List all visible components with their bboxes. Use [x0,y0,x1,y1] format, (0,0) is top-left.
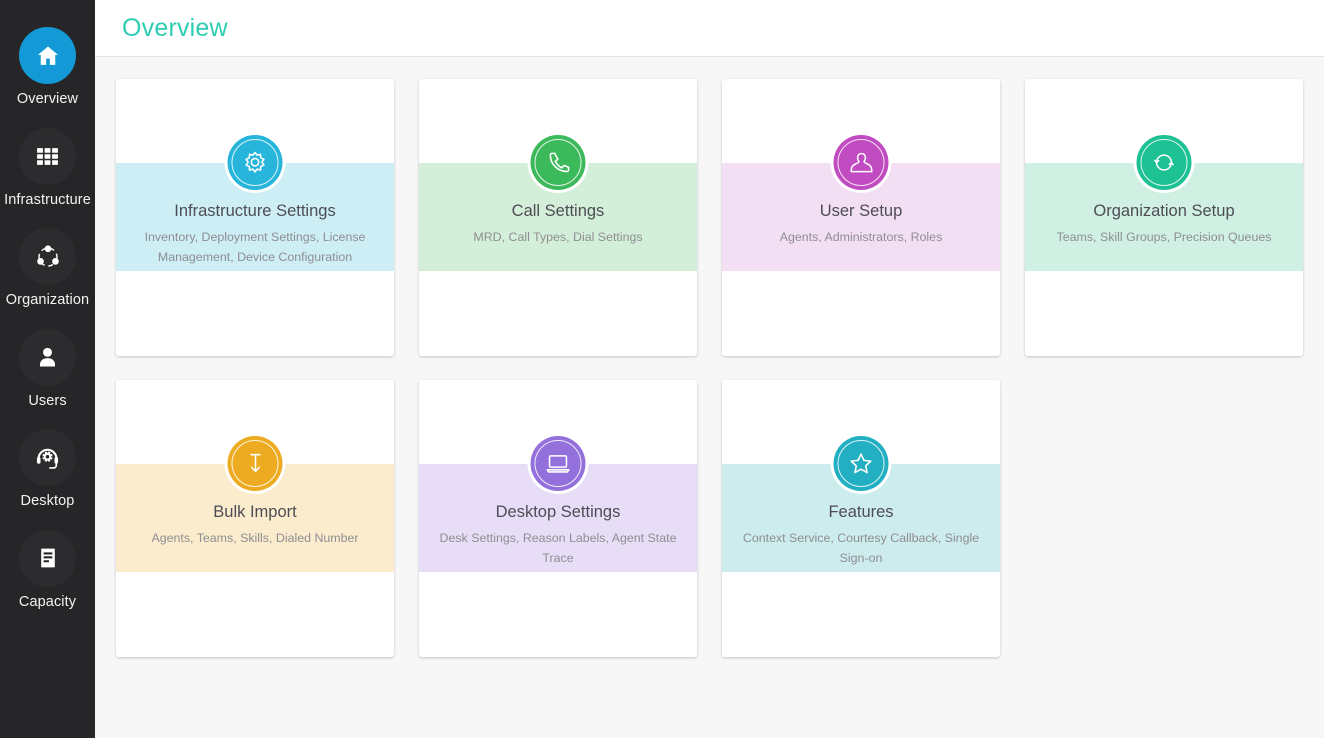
phone-icon [530,135,586,190]
sidebar-item-label: Overview [16,91,79,107]
sidebar-item-desktop[interactable]: Desktop [0,429,95,509]
card-title: Features [828,503,894,521]
user-icon [19,328,76,386]
card-title: Desktop Settings [495,503,621,521]
circle-arrows-icon [1136,135,1192,190]
download-arrow-icon [227,436,283,491]
sidebar-item-capacity[interactable]: Capacity [0,529,95,610]
card-title: Infrastructure Settings [174,202,336,220]
sidebar-item-overview[interactable]: Overview [0,27,95,107]
sidebar-item-infrastructure[interactable]: Infrastructure [0,127,95,208]
document-icon [19,529,76,587]
app-root: Overview Infrastructure Organization Users D… [0,0,1324,738]
page-header: Overview [95,0,1324,57]
card-title: Call Settings [511,202,605,220]
card-band: Desktop Settings Desk Settings, Reason La… [419,436,697,572]
card-subtitle: Agents, Administrators, Roles [779,230,943,245]
sidebar-item-label: Infrastructure [4,191,91,208]
sidebar-item-label: Desktop [20,493,75,509]
card-bottom-spacer [722,271,1000,356]
card-grid: Infrastructure Settings Inventory, Deploy… [116,79,1319,657]
card-subtitle: Desk Settings, Reason Labels, Agent Stat… [439,531,677,565]
card-organization-setup[interactable]: Organization Setup Teams, Skill Groups, P… [1025,79,1303,356]
sidebar-item-organization[interactable]: Organization [0,228,95,308]
share-nodes-icon [19,228,76,285]
card-bulk-import[interactable]: Bulk Import Agents, Teams, Skills, Dialed… [116,380,394,657]
card-infrastructure-settings[interactable]: Infrastructure Settings Inventory, Deploy… [116,79,394,356]
card-band: Bulk Import Agents, Teams, Skills, Dialed… [116,436,394,572]
card-band: Organization Setup Teams, Skill Groups, P… [1025,135,1303,271]
sidebar-nav: Overview Infrastructure Organization Users D… [0,0,95,738]
card-subtitle: Agents, Teams, Skills, Dialed Number [151,531,359,546]
card-title: Organization Setup [1093,202,1235,220]
card-bottom-spacer [116,271,394,356]
sidebar-item-label: Users [28,392,67,409]
card-band: Features Context Service, Courtesy Callba… [722,436,1000,572]
card-subtitle: Teams, Skill Groups, Precision Queues [1056,230,1272,245]
card-bottom-spacer [1025,271,1303,356]
card-title: User Setup [819,202,903,220]
page-title: Overview [122,13,228,42]
card-subtitle: Context Service, Courtesy Callback, Sing… [742,531,980,565]
gear-icon [227,135,283,190]
card-bottom-spacer [116,572,394,657]
card-bottom-spacer [419,271,697,356]
card-user-setup[interactable]: User Setup Agents, Administrators, Roles [722,79,1000,356]
card-band: Infrastructure Settings Inventory, Deploy… [116,135,394,271]
card-bottom-spacer [419,572,697,657]
sidebar-item-label: Capacity [18,593,77,610]
card-call-settings[interactable]: Call Settings MRD, Call Types, Dial Setti… [419,79,697,356]
card-desktop-settings[interactable]: Desktop Settings Desk Settings, Reason La… [419,380,697,657]
sidebar-item-label: Organization [5,292,90,308]
card-band: Call Settings MRD, Call Types, Dial Setti… [419,135,697,271]
card-subtitle: MRD, Call Types, Dial Settings [473,230,643,245]
laptop-icon [530,436,586,491]
main-area: Overview Infrastructure Settings Inventor… [95,0,1324,738]
headset-gear-icon [19,429,76,486]
card-bottom-spacer [722,572,1000,657]
home-icon [19,27,76,84]
grid-icon [19,127,76,185]
star-icon [833,436,889,491]
sidebar-item-users[interactable]: Users [0,328,95,409]
card-features[interactable]: Features Context Service, Courtesy Callba… [722,380,1000,657]
content-area: Infrastructure Settings Inventory, Deploy… [95,57,1324,738]
card-title: Bulk Import [213,503,297,521]
card-subtitle: Inventory, Deployment Settings, License … [144,230,366,264]
user-outline-icon [833,135,889,190]
card-band: User Setup Agents, Administrators, Roles [722,135,1000,271]
